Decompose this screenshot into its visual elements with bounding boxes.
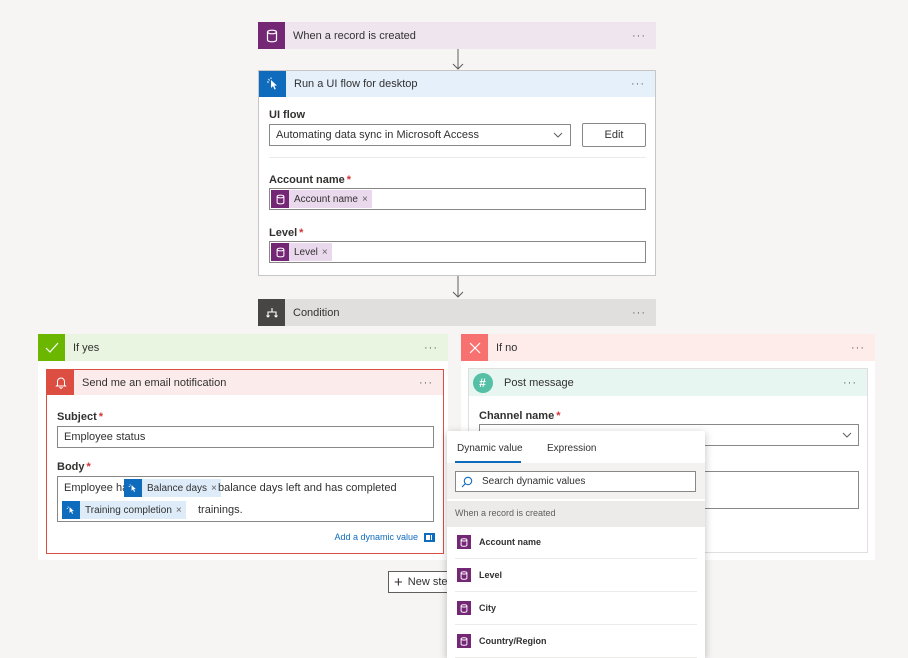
if-yes-title: If yes — [73, 341, 100, 354]
account-name-field[interactable]: Account name × — [269, 188, 646, 210]
body-text: trainings. — [198, 504, 243, 516]
dynamic-item-label: City — [479, 603, 497, 613]
chevron-down-icon — [553, 132, 563, 138]
database-icon — [457, 601, 471, 615]
post-message-title: Post message — [504, 376, 574, 389]
database-icon — [457, 568, 471, 582]
remove-token-button[interactable]: × — [176, 505, 186, 516]
ui-flow-label: UI flow — [269, 109, 306, 121]
dynamic-item-level[interactable]: Level — [455, 559, 697, 592]
required-mark: * — [346, 174, 352, 186]
add-dynamic-value-link[interactable]: Add a dynamic value — [334, 532, 435, 542]
required-mark: * — [98, 411, 104, 423]
level-field[interactable]: Level × — [269, 241, 646, 263]
more-options-button[interactable]: ··· — [419, 377, 433, 389]
section-header[interactable]: When a record is created — [447, 501, 705, 527]
channel-name-label: Channel name * — [479, 410, 561, 422]
dynamic-item-label: Account name — [479, 537, 542, 547]
subject-value: Employee status — [64, 431, 146, 443]
required-mark: * — [86, 461, 91, 473]
required-mark: * — [299, 227, 304, 239]
more-options-button[interactable]: ··· — [632, 30, 646, 42]
level-token[interactable]: Level × — [271, 243, 332, 261]
dynamic-content-icon — [424, 532, 435, 542]
connector-arrow — [452, 276, 464, 298]
divider — [269, 157, 646, 158]
subject-label: Subject * — [57, 411, 104, 423]
ui-flow-title: Run a UI flow for desktop — [294, 78, 418, 90]
required-mark: * — [556, 410, 561, 422]
ui-flow-icon — [259, 71, 286, 97]
if-yes-branch: If yes ··· Send me an email notification… — [38, 334, 448, 560]
database-icon — [258, 22, 285, 49]
ui-flow-icon — [124, 479, 142, 497]
body-label: Body * — [57, 461, 91, 473]
slack-icon: # — [469, 369, 496, 396]
edit-button-label: Edit — [604, 129, 624, 141]
condition-icon — [258, 299, 285, 326]
body-input[interactable]: Employee has Balance days × balance days… — [57, 476, 434, 522]
account-name-token[interactable]: Account name × — [271, 190, 372, 208]
database-icon — [457, 634, 471, 648]
database-icon — [457, 535, 471, 549]
training-completion-token[interactable]: Training completion × — [62, 501, 186, 519]
account-name-label: Account name * — [269, 174, 352, 186]
dynamic-value-panel: Dynamic value Expression Search dynamic … — [447, 431, 705, 658]
trigger-title: When a record is created — [293, 29, 416, 42]
dynamic-item-city[interactable]: City — [455, 592, 697, 625]
ui-flow-icon — [62, 501, 80, 519]
ui-flow-card: Run a UI flow for desktop ··· UI flow Au… — [258, 70, 656, 276]
database-icon — [271, 190, 289, 208]
dynamic-item-country-region[interactable]: Country/Region — [455, 625, 697, 658]
chevron-down-icon — [842, 432, 852, 438]
tab-dynamic-value[interactable]: Dynamic value — [457, 443, 523, 463]
remove-token-button[interactable]: × — [322, 247, 332, 258]
if-no-title: If no — [496, 341, 518, 354]
token-label: Account name — [294, 193, 358, 205]
trigger-card[interactable]: When a record is created ··· — [258, 22, 656, 49]
search-placeholder: Search dynamic values — [482, 476, 586, 487]
level-label: Level * — [269, 227, 304, 239]
more-options-button[interactable]: ··· — [851, 342, 865, 354]
email-card: Send me an email notification ··· Subjec… — [46, 369, 444, 554]
search-input[interactable]: Search dynamic values — [455, 471, 696, 492]
ui-flow-select[interactable]: Automating data sync in Microsoft Access — [269, 124, 571, 146]
token-label: Level — [294, 246, 318, 258]
tab-expression[interactable]: Expression — [547, 443, 596, 463]
condition-title: Condition — [293, 306, 340, 319]
close-icon — [461, 334, 488, 361]
more-options-button[interactable]: ··· — [631, 78, 645, 90]
dynamic-item-account-name[interactable]: Account name — [455, 526, 697, 559]
remove-token-button[interactable]: × — [362, 194, 372, 205]
dynamic-item-label: Country/Region — [479, 636, 547, 646]
token-label: Training completion — [85, 504, 172, 516]
ui-flow-value: Automating data sync in Microsoft Access — [276, 129, 479, 141]
subject-input[interactable]: Employee status — [57, 426, 434, 448]
plus-icon: + — [394, 573, 403, 591]
edit-button[interactable]: Edit — [582, 123, 646, 147]
bell-icon — [47, 370, 74, 395]
more-options-button[interactable]: ··· — [424, 342, 438, 354]
more-options-button[interactable]: ··· — [843, 377, 857, 389]
add-dynamic-value-label: Add a dynamic value — [334, 532, 418, 542]
token-label: Balance days — [147, 482, 208, 494]
connector-arrow — [452, 49, 464, 70]
database-icon — [271, 243, 289, 261]
condition-card[interactable]: Condition ··· — [258, 299, 656, 326]
email-title: Send me an email notification — [82, 376, 227, 389]
search-icon — [461, 476, 473, 488]
body-text: balance days left and has completed — [218, 482, 397, 494]
more-options-button[interactable]: ··· — [632, 307, 646, 319]
dynamic-item-label: Level — [479, 570, 503, 580]
check-icon — [38, 334, 65, 361]
balance-days-token[interactable]: Balance days × — [124, 479, 221, 497]
